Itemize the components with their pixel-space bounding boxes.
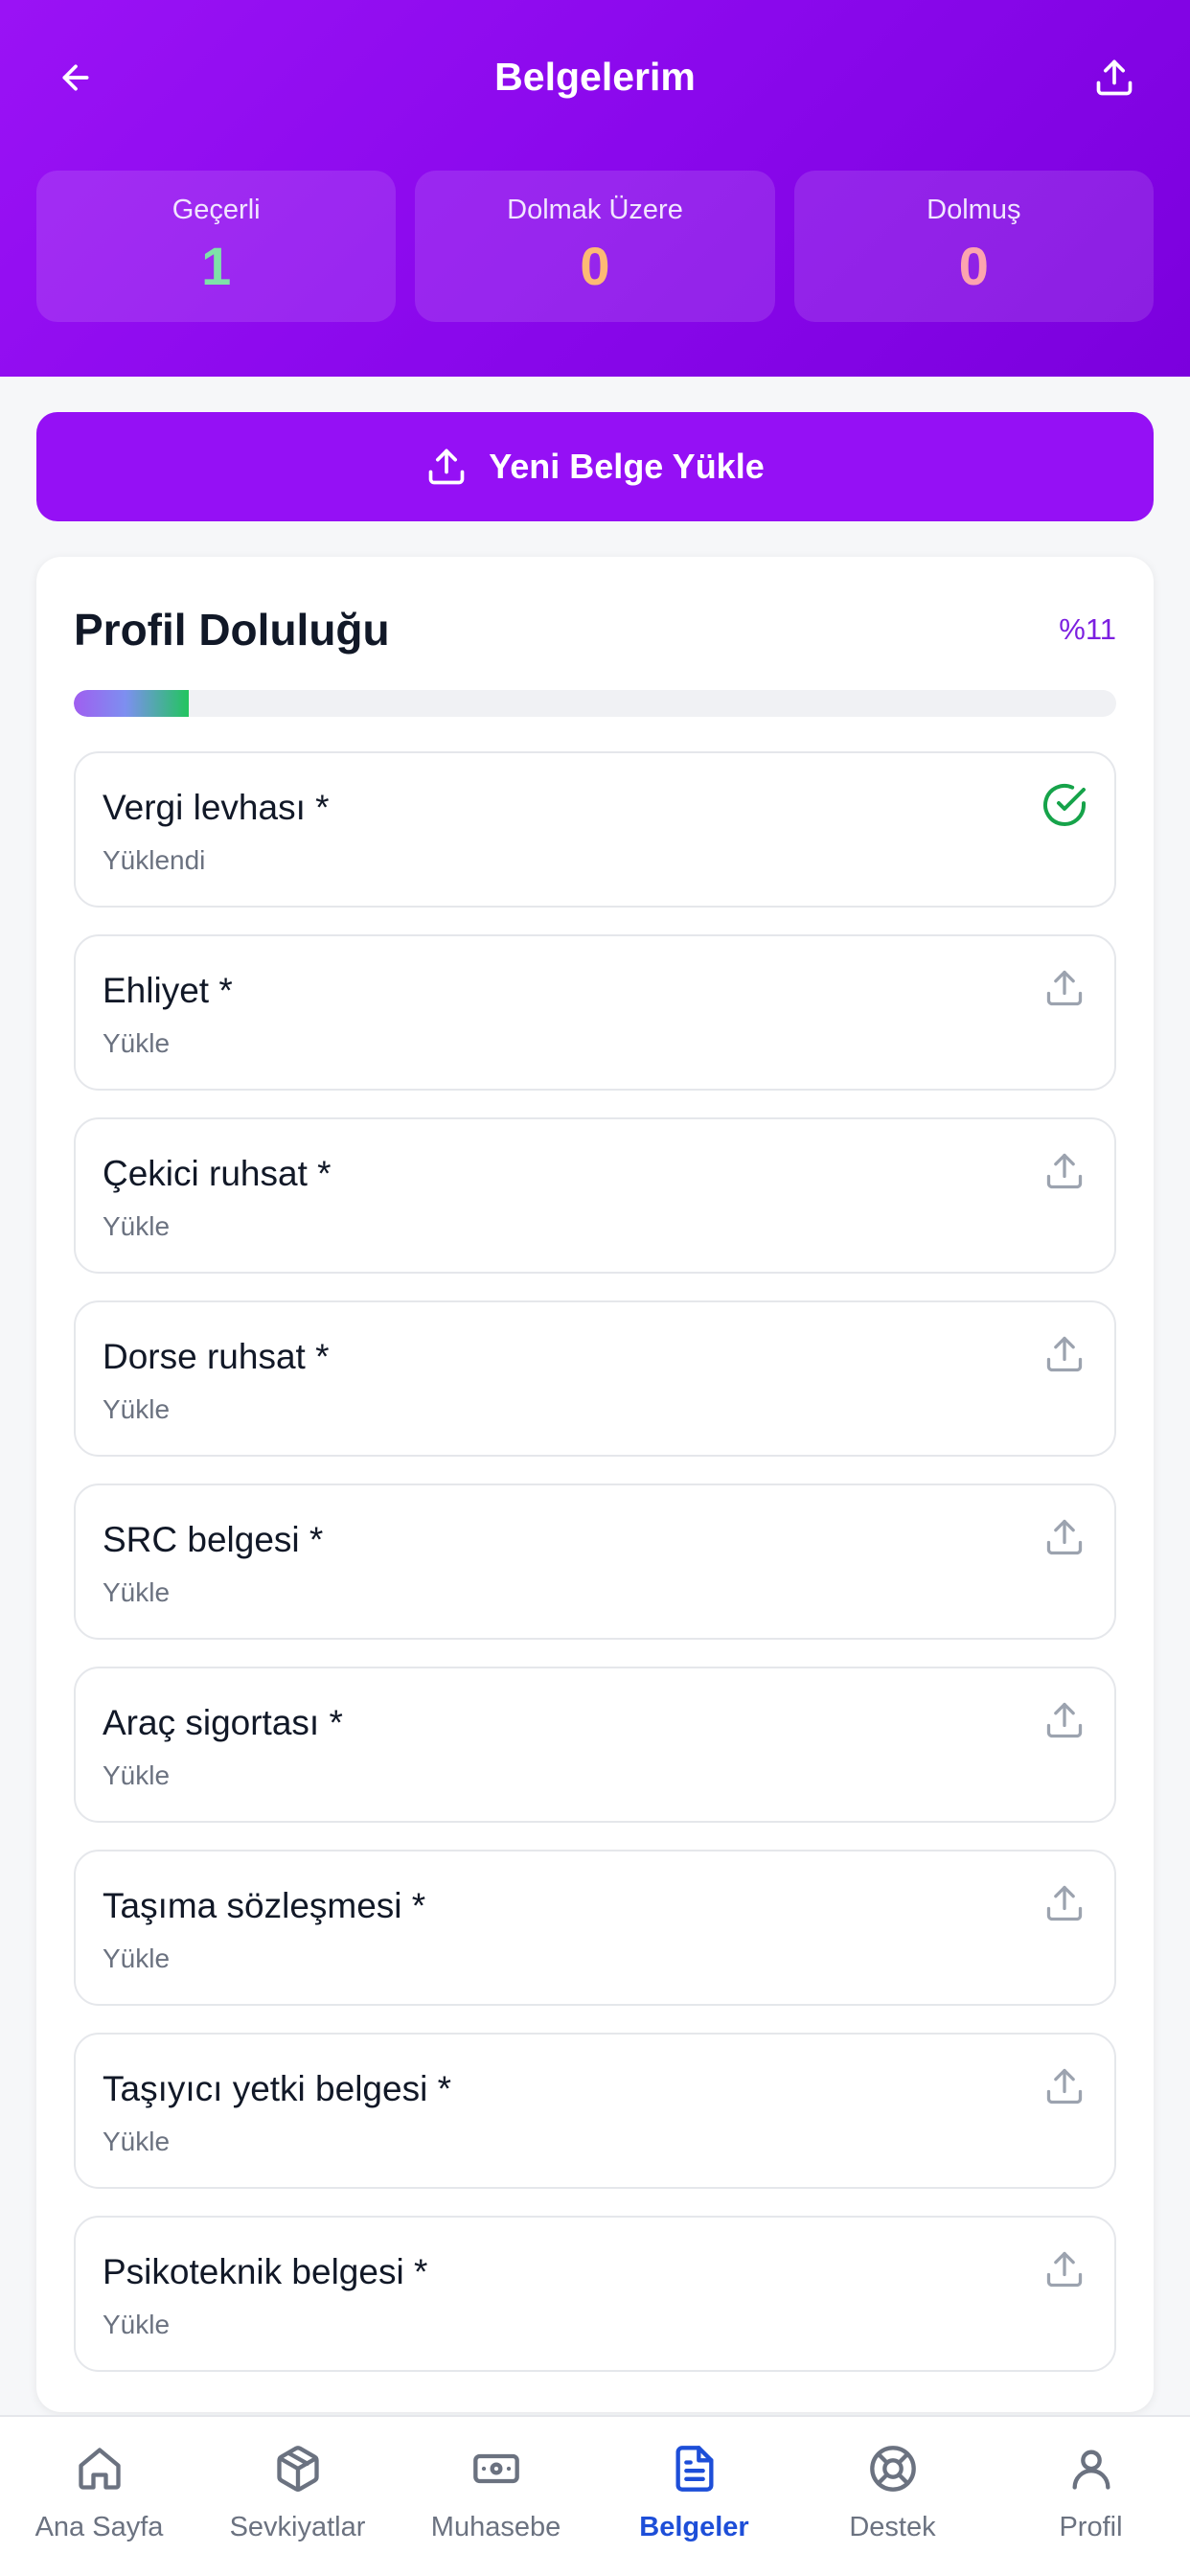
nav-item-muhasebe[interactable]: Muhasebe [397,2417,595,2576]
document-name: Taşıyıcı yetki belgesi * [103,2069,451,2108]
user-icon [1063,2440,1120,2497]
header-upload-button[interactable] [1081,44,1148,111]
document-name: Taşıma sözleşmesi * [103,1886,426,1925]
document-status: Yükle [103,1394,171,1424]
document-name: Araç sigortası * [103,1703,343,1742]
document-item[interactable]: Çekici ruhsat * Yükle [74,1117,1116,1274]
nav-item-profil[interactable]: Profil [992,2417,1190,2576]
document-item[interactable]: Vergi levhası * Yüklendi [74,751,1116,908]
document-item[interactable]: Psikoteknik belgesi * Yükle [74,2216,1116,2372]
check-circle-icon[interactable] [1038,778,1091,832]
header: Belgelerim Geçerli 1 Dolmak Üzere 0 Dolm… [0,0,1190,377]
home-icon [71,2440,128,2497]
stat-value: 1 [201,236,232,296]
stat-value: 0 [958,236,989,296]
document-name: SRC belgesi * [103,1520,324,1559]
profile-progress-bar [74,690,1116,717]
document-status: Yükle [103,1577,171,1607]
nav-label: Belgeler [639,2512,749,2542]
stat-valid[interactable]: Geçerli 1 [36,171,397,322]
stat-value: 0 [580,236,610,296]
document-item[interactable]: SRC belgesi * Yükle [74,1484,1116,1640]
nav-label: Profil [1059,2512,1123,2542]
nav-item-destek[interactable]: Destek [793,2417,992,2576]
upload-icon[interactable] [1038,1327,1091,1381]
document-status: Yüklendi [103,845,206,875]
lifebuoy-icon [864,2440,922,2497]
upload-icon[interactable] [1038,2059,1091,2113]
upload-icon[interactable] [1038,961,1091,1015]
nav-item-belgeler[interactable]: Belgeler [595,2417,793,2576]
document-item[interactable]: Ehliyet * Yükle [74,934,1116,1091]
profile-percent: %11 [1059,612,1116,646]
stat-label: Dolmak Üzere [507,195,683,225]
nav-label: Muhasebe [430,2512,561,2542]
nav-item-ana-sayfa[interactable]: Ana Sayfa [0,2417,198,2576]
stat-label: Geçerli [172,195,261,225]
bottom-nav: Ana Sayfa Sevkiyatlar Muhasebe Belgeler Dest… [0,2415,1190,2576]
stat-expired[interactable]: Dolmuş 0 [793,171,1154,322]
profile-title: Profil Doluluğu [74,605,390,655]
document-status: Yükle [103,1028,171,1058]
upload-icon[interactable] [1038,1876,1091,1930]
upload-icon [428,448,465,485]
document-name: Vergi levhası * [103,788,330,827]
upload-icon[interactable] [1038,1144,1091,1198]
upload-button-label: Yeni Belge Yükle [489,447,765,486]
document-item[interactable]: Taşıyıcı yetki belgesi * Yükle [74,2033,1116,2189]
document-list: Vergi levhası * Yüklendi Ehliyet * Yükle Çek… [74,751,1116,2399]
document-name: Dorse ruhsat * [103,1337,330,1376]
banknote-icon [468,2440,525,2497]
upload-new-document-button[interactable]: Yeni Belge Yükle [36,412,1154,521]
upload-icon[interactable] [1038,2242,1091,2296]
document-status: Yükle [103,1944,171,1973]
document-status: Yükle [103,2127,171,2156]
document-name: Ehliyet * [103,971,233,1010]
document-item[interactable]: Araç sigortası * Yükle [74,1667,1116,1823]
document-icon [666,2440,723,2497]
upload-icon [1096,59,1133,96]
document-name: Psikoteknik belgesi * [103,2252,428,2291]
stat-label: Dolmuş [927,195,1021,225]
document-item[interactable]: Taşıma sözleşmesi * Yükle [74,1850,1116,2006]
document-status: Yükle [103,1760,171,1790]
nav-label: Sevkiyatlar [229,2512,366,2542]
document-item[interactable]: Dorse ruhsat * Yükle [74,1300,1116,1457]
upload-icon[interactable] [1038,1693,1091,1747]
document-name: Çekici ruhsat * [103,1154,332,1193]
profile-card: Profil Doluluğu %11 Vergi levhası * Yükle… [36,557,1154,2412]
nav-item-sevkiyatlar[interactable]: Sevkiyatlar [198,2417,397,2576]
document-status: Yükle [103,2310,171,2339]
document-status: Yükle [103,1211,171,1241]
profile-progress-fill [74,690,189,717]
box-icon [269,2440,327,2497]
upload-icon[interactable] [1038,1510,1091,1564]
page-title: Belgelerim [494,55,696,99]
stat-expiring[interactable]: Dolmak Üzere 0 [415,171,775,322]
nav-label: Destek [849,2512,936,2542]
stats-row: Geçerli 1 Dolmak Üzere 0 Dolmuş 0 [36,171,1154,322]
nav-label: Ana Sayfa [34,2512,164,2542]
